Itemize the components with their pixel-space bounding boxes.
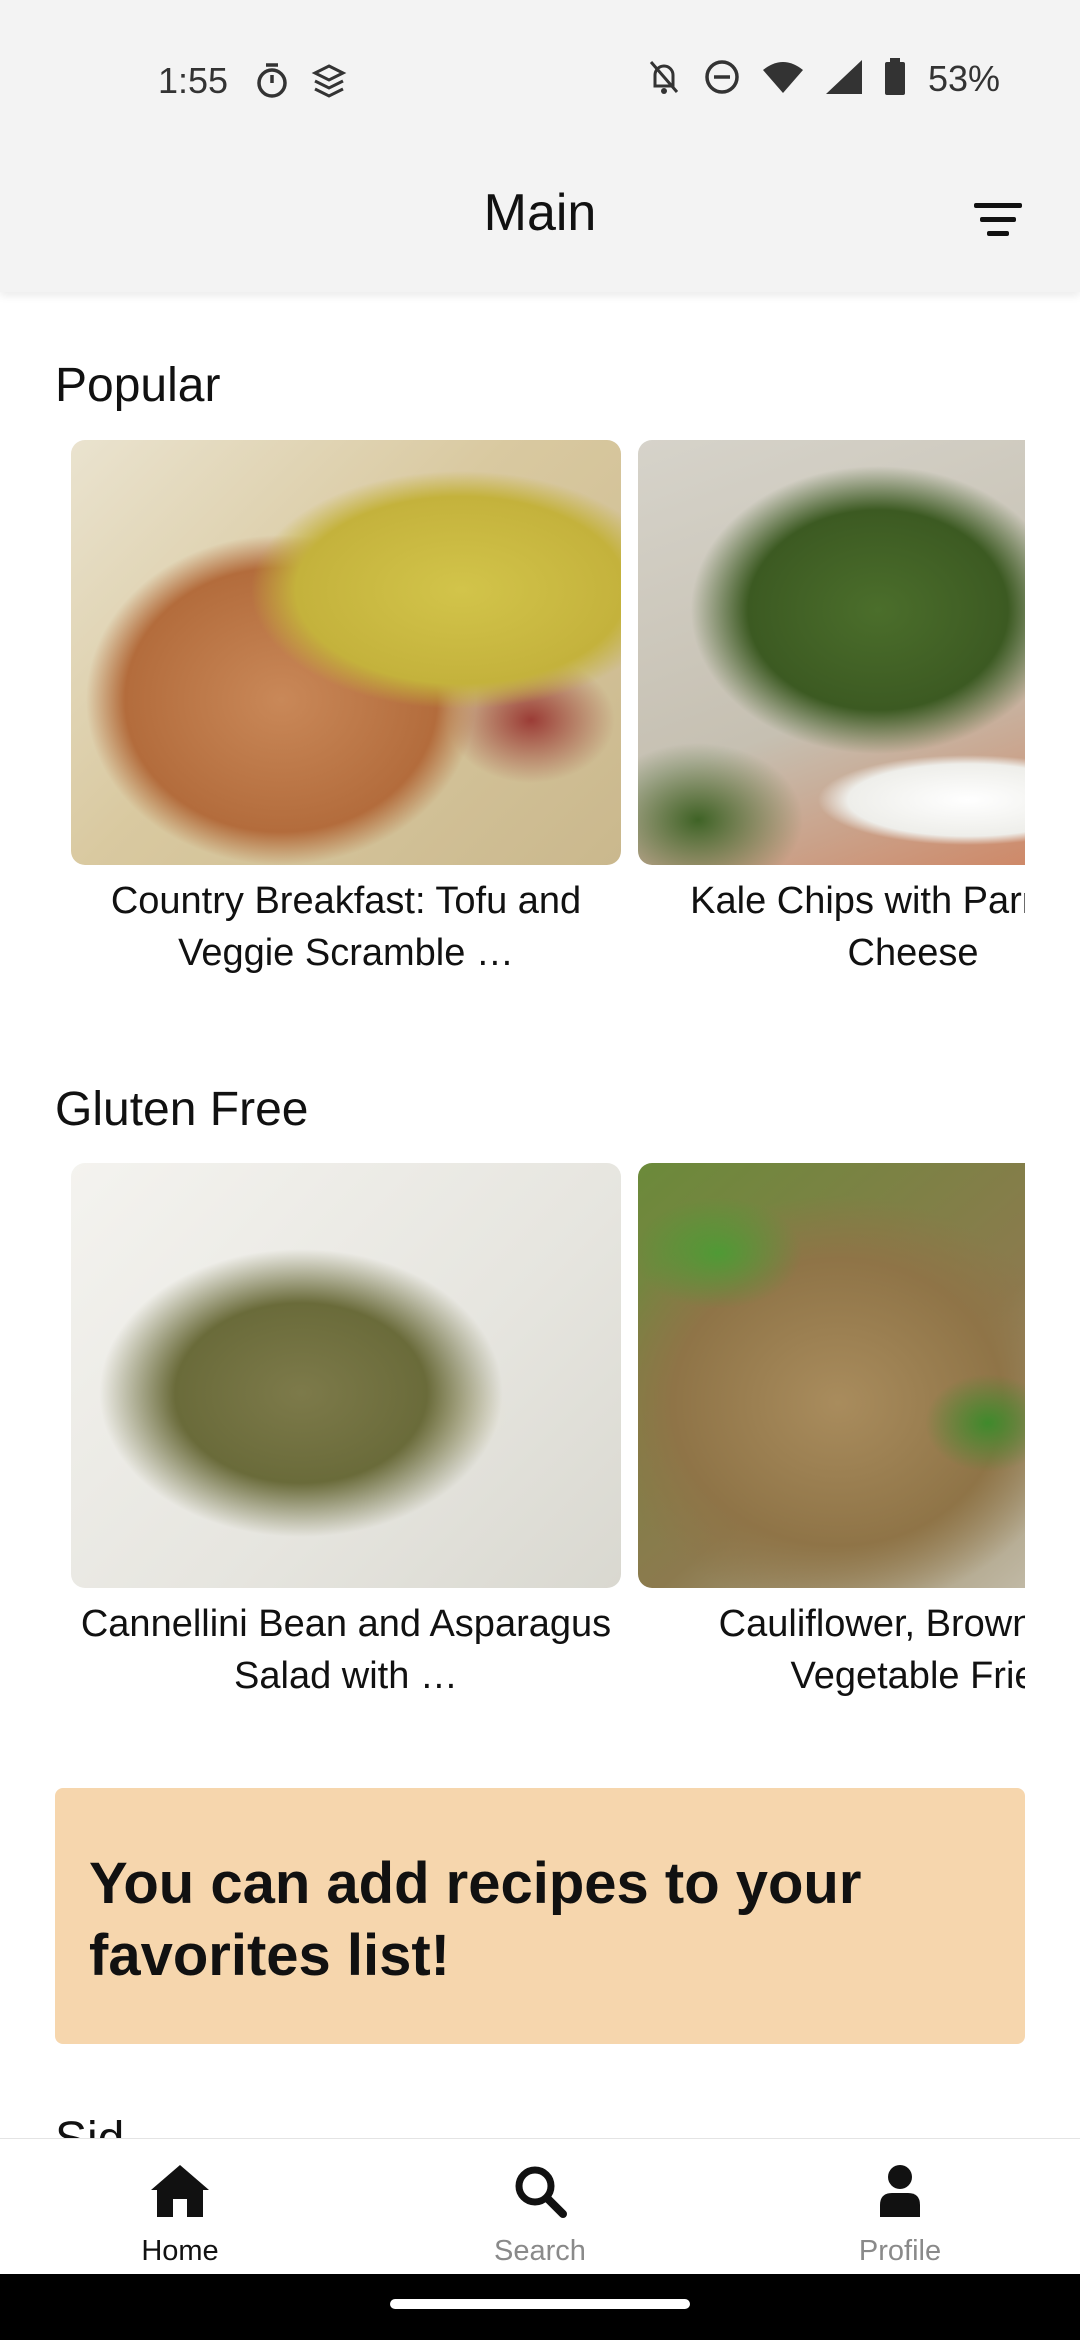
toolbar: Main bbox=[14, 165, 1066, 275]
recipe-title: Cauliflower, Brown and Vegetable Frie bbox=[718, 1603, 1025, 1697]
section-title-popular: Popular bbox=[55, 359, 221, 412]
app-header: 1:55 53% Main bbox=[0, 0, 1080, 292]
page-title: Main bbox=[483, 184, 597, 242]
nav-label-home: Home bbox=[141, 2235, 219, 2267]
filter-icon-line bbox=[987, 230, 1009, 236]
nav-profile[interactable]: Profile bbox=[720, 2139, 1080, 2275]
nav-label-search: Search bbox=[494, 2235, 586, 2267]
recipe-card[interactable]: Country Breakfast: Tofu and Veggie Scram… bbox=[71, 440, 621, 979]
battery-icon bbox=[884, 58, 906, 100]
recipe-image bbox=[71, 1163, 621, 1588]
recipe-image bbox=[638, 1163, 1025, 1588]
carousel-popular[interactable]: Country Breakfast: Tofu and Veggie Scram… bbox=[55, 440, 1025, 1000]
status-bar: 1:55 53% bbox=[0, 0, 1080, 165]
timer-icon bbox=[255, 62, 289, 104]
bottom-navigation: Home Search Profile bbox=[0, 2138, 1080, 2274]
favorites-banner: You can add recipes to your favorites li… bbox=[55, 1788, 1025, 2044]
recipe-image bbox=[638, 440, 1025, 865]
section-title-gluten-free: Gluten Free bbox=[55, 1083, 309, 1136]
home-icon bbox=[149, 2163, 211, 2223]
notifications-off-icon bbox=[646, 58, 682, 100]
recipe-title: Country Breakfast: Tofu and Veggie Scram… bbox=[110, 880, 582, 974]
signal-icon bbox=[825, 60, 862, 98]
wifi-icon bbox=[762, 60, 804, 98]
filter-button[interactable] bbox=[968, 189, 1028, 249]
stack-icon bbox=[311, 62, 347, 104]
system-gesture-bar bbox=[0, 2274, 1080, 2340]
nav-search[interactable]: Search bbox=[360, 2139, 720, 2275]
recipe-card[interactable]: Cauliflower, Brown and Vegetable Frie bbox=[638, 1163, 1025, 1702]
recipe-title: Kale Chips with Parmesan Cheese bbox=[690, 880, 1025, 974]
status-time: 1:55 bbox=[158, 60, 229, 101]
nav-home[interactable]: Home bbox=[0, 2139, 360, 2275]
recipe-title: Cannellini Bean and Asparagus Salad with… bbox=[80, 1603, 612, 1697]
filter-icon-line bbox=[980, 216, 1016, 222]
recipe-card[interactable]: Cannellini Bean and Asparagus Salad with… bbox=[71, 1163, 621, 1702]
filter-icon bbox=[974, 202, 1022, 208]
do-not-disturb-icon bbox=[704, 59, 740, 99]
banner-text: You can add recipes to your favorites li… bbox=[89, 1851, 862, 1988]
battery-percentage: 53% bbox=[927, 58, 1000, 99]
carousel-gluten-free[interactable]: Cannellini Bean and Asparagus Salad with… bbox=[55, 1163, 1025, 1723]
home-gesture-handle[interactable] bbox=[390, 2299, 690, 2309]
search-icon bbox=[512, 2163, 568, 2223]
recipe-image bbox=[71, 440, 621, 865]
nav-label-profile: Profile bbox=[858, 2235, 942, 2267]
recipe-card[interactable]: Kale Chips with Parmesan Cheese bbox=[638, 440, 1025, 979]
profile-icon bbox=[878, 2163, 922, 2223]
